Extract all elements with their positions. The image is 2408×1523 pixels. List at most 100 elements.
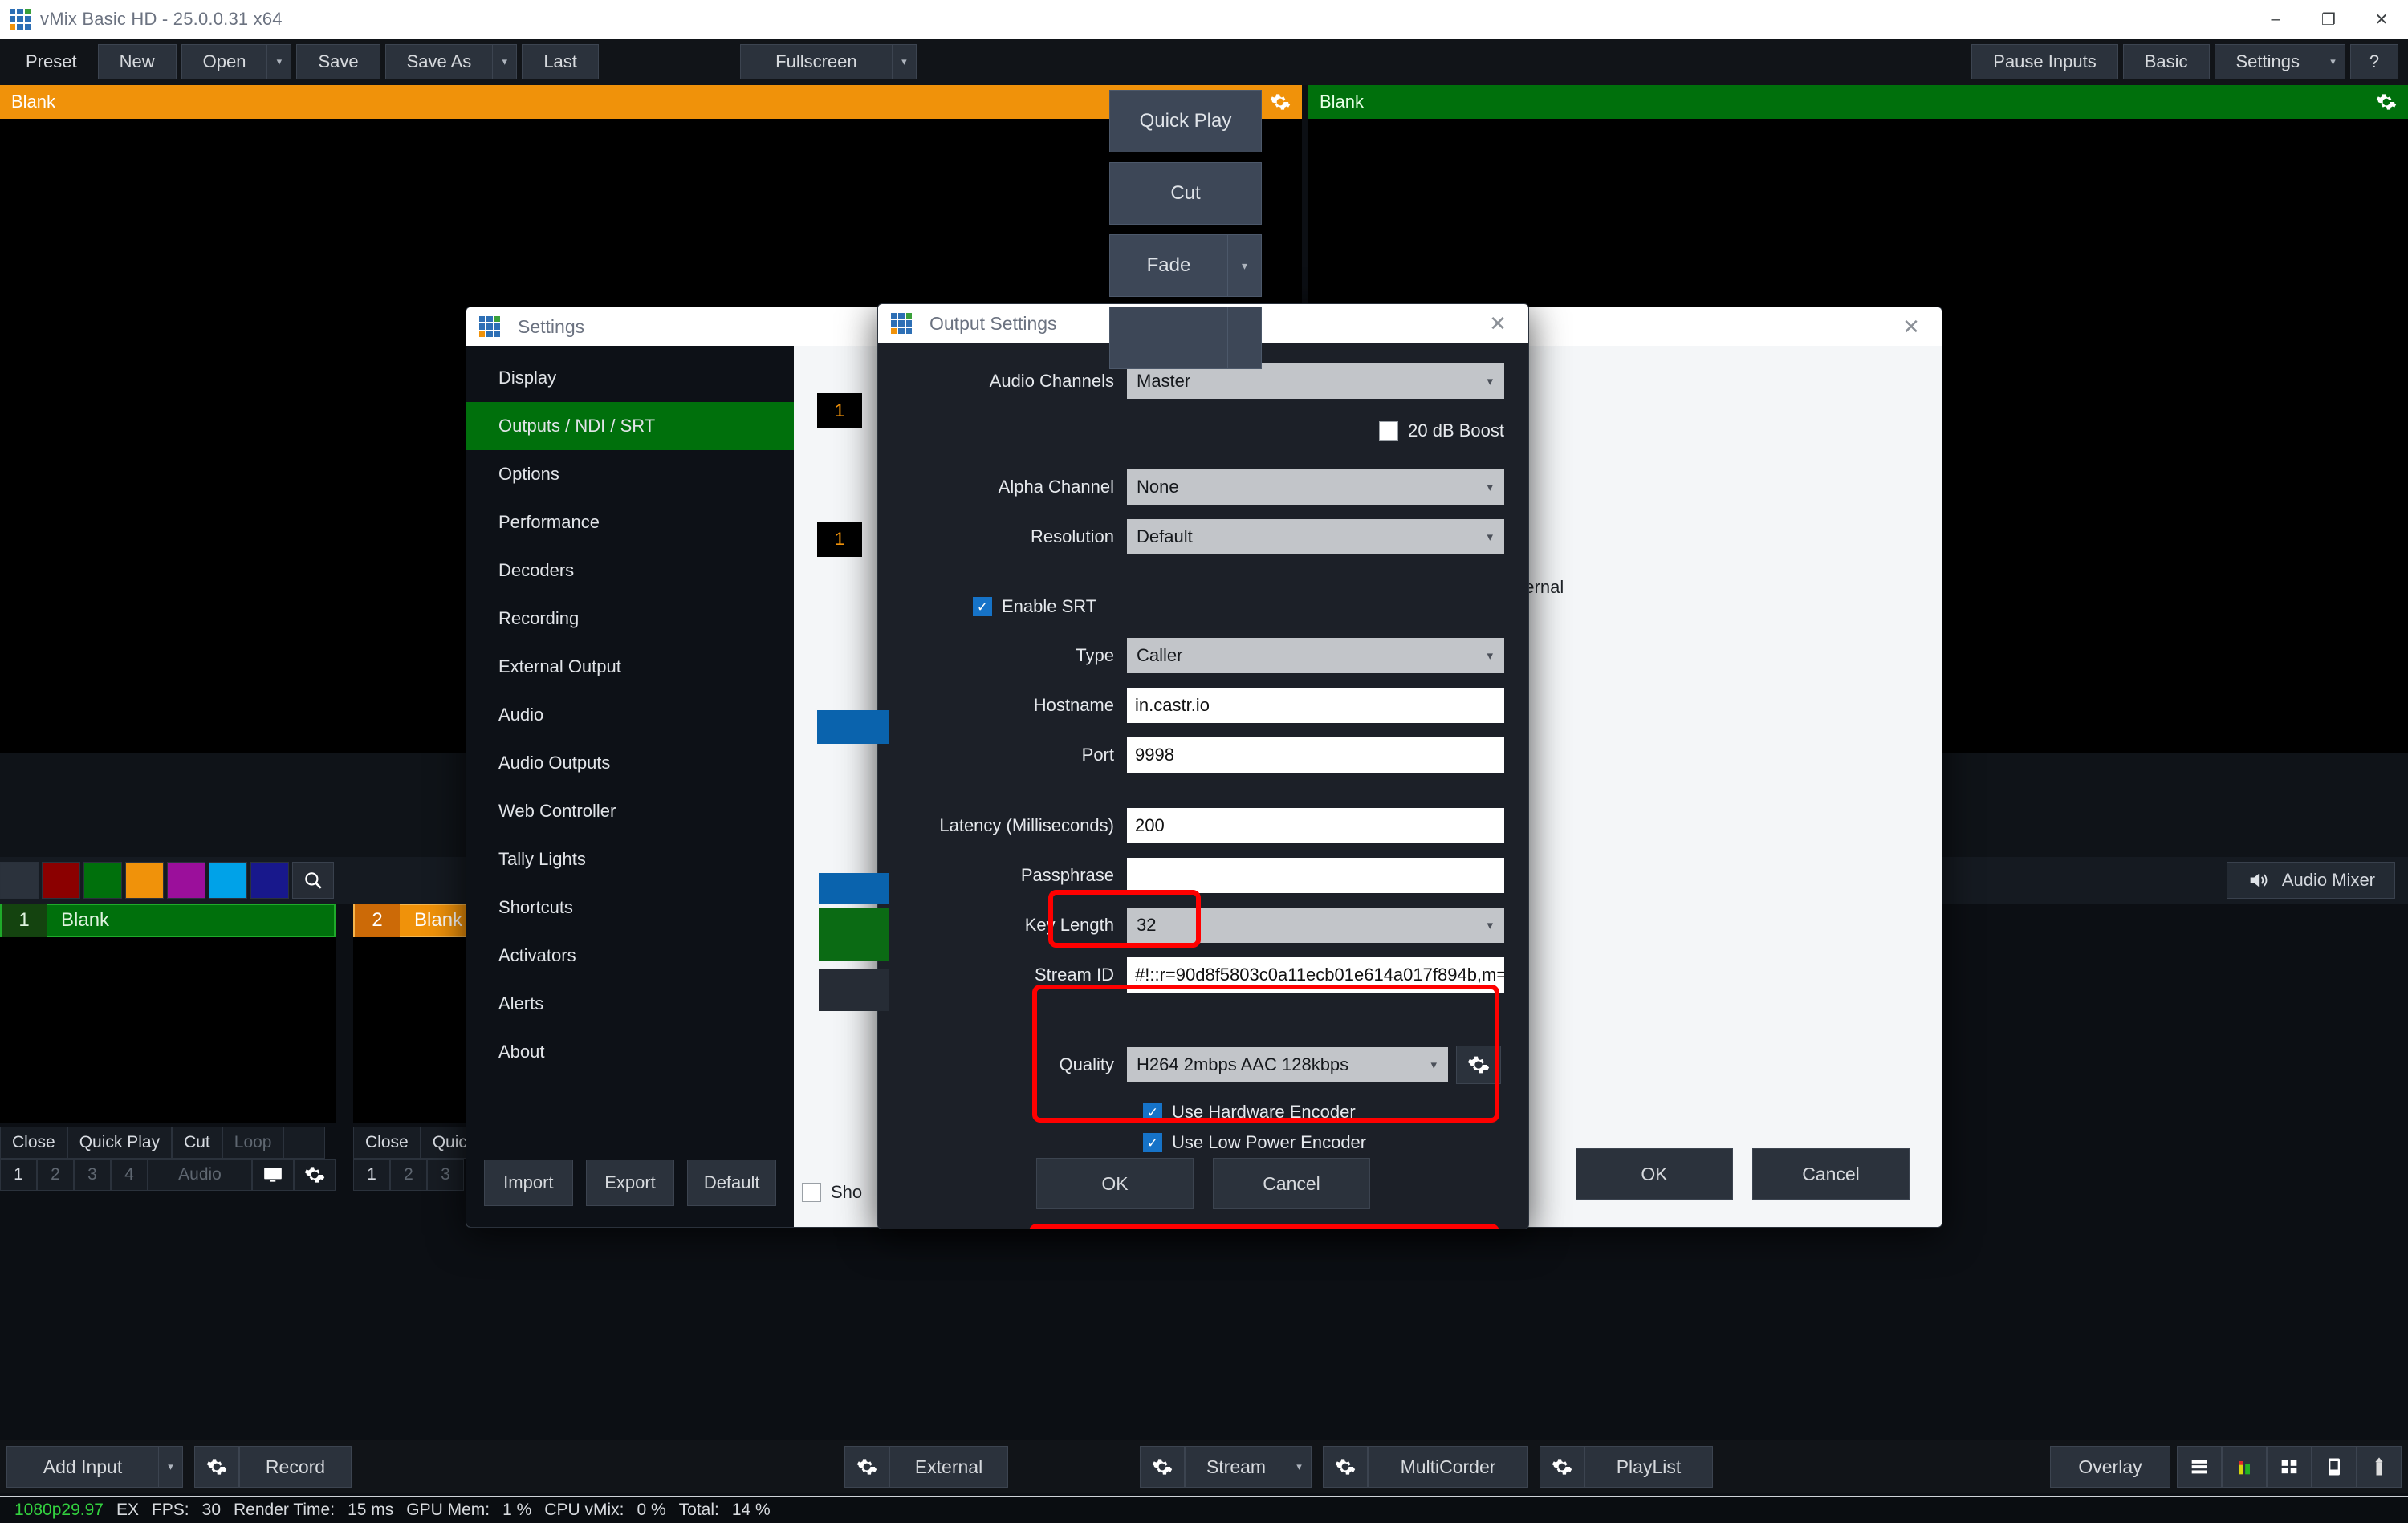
audio-meter-icon[interactable] <box>2222 1446 2267 1488</box>
sidebar-item-decoders[interactable]: Decoders <box>466 546 794 595</box>
transition-fade-caret-icon[interactable]: ▾ <box>1228 234 1262 297</box>
input-2-close-button[interactable]: Close <box>353 1127 421 1159</box>
playlist-gear-icon[interactable] <box>1540 1446 1584 1488</box>
sidebar-item-activators[interactable]: Activators <box>466 932 794 980</box>
sidebar-item-tally-lights[interactable]: Tally Lights <box>466 835 794 883</box>
settings-dialog-close-icon[interactable]: ✕ <box>1889 307 1934 346</box>
audio-strip-blue[interactable] <box>817 710 889 744</box>
sidebar-item-performance[interactable]: Performance <box>466 498 794 546</box>
input-1-close-button[interactable]: Close <box>0 1127 67 1159</box>
settings-cancel-button[interactable]: Cancel <box>1752 1148 1910 1200</box>
enable-srt-checkbox[interactable]: ✓ Enable SRT <box>973 596 1096 617</box>
multicorder-button[interactable]: MultiCorder <box>1368 1446 1528 1488</box>
passphrase-input[interactable] <box>1127 858 1504 893</box>
multicorder-gear-icon[interactable] <box>1323 1446 1368 1488</box>
sidebar-item-recording[interactable]: Recording <box>466 595 794 643</box>
open-caret-icon[interactable]: ▾ <box>267 44 292 79</box>
record-gear-icon[interactable] <box>194 1446 239 1488</box>
input-2-layer-3[interactable]: 3 <box>427 1159 464 1191</box>
key-length-select[interactable]: 32 ▾ <box>1127 908 1504 943</box>
input-1-monitor-icon[interactable] <box>252 1159 294 1191</box>
overlay-slot-1[interactable]: 1 <box>817 393 862 428</box>
sidebar-item-external-output[interactable]: External Output <box>466 643 794 691</box>
boost-checkbox[interactable]: 20 dB Boost <box>1379 413 1504 449</box>
audio-strip-blue-2[interactable] <box>819 873 889 904</box>
input-1-layer-3[interactable]: 3 <box>74 1159 111 1191</box>
fader-icon[interactable] <box>2357 1446 2402 1488</box>
grid-view-icon[interactable] <box>2267 1446 2312 1488</box>
chip-purple[interactable] <box>167 862 205 899</box>
quality-select[interactable]: H264 2mbps AAC 128kbps ▾ <box>1127 1047 1448 1082</box>
stream-caret-icon[interactable]: ▾ <box>1287 1446 1312 1488</box>
audio-strip-dark[interactable] <box>819 969 889 1011</box>
transition-extra-button[interactable] <box>1109 307 1228 369</box>
transition-extra-caret-icon[interactable] <box>1228 307 1262 369</box>
chip-green[interactable] <box>83 862 122 899</box>
transition-fade-button[interactable]: Fade <box>1109 234 1228 297</box>
input-2-layer-2[interactable]: 2 <box>390 1159 427 1191</box>
overlay-slot-2[interactable]: 1 <box>817 522 862 557</box>
close-button[interactable]: ✕ <box>2355 0 2408 39</box>
external-gear-icon[interactable] <box>844 1446 889 1488</box>
input-2-layer-1[interactable]: 1 <box>353 1159 390 1191</box>
add-input-button[interactable]: Add Input <box>6 1446 159 1488</box>
input-1-gear-icon[interactable] <box>294 1159 336 1191</box>
sidebar-item-options[interactable]: Options <box>466 450 794 498</box>
quality-gear-icon[interactable] <box>1456 1046 1501 1084</box>
maximize-button[interactable]: ❐ <box>2302 0 2355 39</box>
output-ok-button[interactable]: OK <box>1036 1158 1194 1209</box>
save-button[interactable]: Save <box>296 44 380 79</box>
input-1-loop-button[interactable]: Loop <box>222 1127 284 1159</box>
input-1-layer-1[interactable]: 1 <box>0 1159 37 1191</box>
chip-navy[interactable] <box>250 862 289 899</box>
chip-orange[interactable] <box>125 862 164 899</box>
minimize-button[interactable]: – <box>2249 0 2302 39</box>
fullscreen-caret-icon[interactable]: ▾ <box>892 44 917 79</box>
stream-button[interactable]: Stream <box>1185 1446 1287 1488</box>
input-1-cut-button[interactable]: Cut <box>172 1127 222 1159</box>
alpha-channel-select[interactable]: None ▾ <box>1127 469 1504 505</box>
input-1-layer-4[interactable]: 4 <box>111 1159 148 1191</box>
settings-button[interactable]: Settings <box>2214 44 2321 79</box>
settings-ok-button[interactable]: OK <box>1576 1148 1733 1200</box>
stream-id-input[interactable]: #!::r=90d8f5803c0a11ecb01e614a017f894b,m… <box>1127 957 1504 993</box>
chip-cyan[interactable] <box>209 862 247 899</box>
save-as-caret-icon[interactable]: ▾ <box>493 44 518 79</box>
lowpower-encoder-checkbox[interactable]: ✓ Use Low Power Encoder <box>1143 1132 1366 1153</box>
help-button[interactable]: ? <box>2350 44 2398 79</box>
sidebar-item-audio[interactable]: Audio <box>466 691 794 739</box>
hostname-input[interactable]: in.castr.io <box>1127 688 1504 723</box>
latency-input[interactable]: 200 <box>1127 808 1504 843</box>
program-gear-icon[interactable] <box>2376 91 2397 112</box>
chip-red[interactable] <box>42 862 80 899</box>
port-input[interactable]: 9998 <box>1127 737 1504 773</box>
input-1-audio-button[interactable]: Audio <box>148 1159 252 1191</box>
sidebar-item-display[interactable]: Display <box>466 354 794 402</box>
basic-button[interactable]: Basic <box>2122 44 2210 79</box>
stream-gear-icon[interactable] <box>1140 1446 1185 1488</box>
sidebar-item-shortcuts[interactable]: Shortcuts <box>466 883 794 932</box>
input-1-quickplay-button[interactable]: Quick Play <box>67 1127 173 1159</box>
search-icon[interactable] <box>292 862 334 899</box>
show-checkbox[interactable]: Sho <box>802 1182 862 1203</box>
preview-gear-icon[interactable] <box>1270 91 1291 112</box>
input-1-layer-2[interactable]: 2 <box>37 1159 74 1191</box>
output-dialog-close-icon[interactable]: ✕ <box>1475 304 1520 343</box>
transition-quick-play-button[interactable]: Quick Play <box>1109 90 1262 152</box>
audio-mixer-button[interactable]: Audio Mixer <box>2226 862 2395 899</box>
snapshot-icon[interactable] <box>2312 1446 2357 1488</box>
open-button[interactable]: Open <box>181 44 268 79</box>
export-button[interactable]: Export <box>585 1160 675 1206</box>
new-button[interactable]: New <box>97 44 177 79</box>
sidebar-item-audio-outputs[interactable]: Audio Outputs <box>466 739 794 787</box>
sidebar-item-outputs-ndi-srt[interactable]: Outputs / NDI / SRT <box>466 402 794 450</box>
audio-strip-green[interactable] <box>819 908 889 961</box>
add-input-caret-icon[interactable]: ▾ <box>159 1446 183 1488</box>
list-view-icon[interactable] <box>2177 1446 2222 1488</box>
output-cancel-button[interactable]: Cancel <box>1213 1158 1370 1209</box>
default-button[interactable]: Default <box>687 1160 777 1206</box>
save-as-button[interactable]: Save As <box>384 44 494 79</box>
pause-inputs-button[interactable]: Pause Inputs <box>1971 44 2118 79</box>
sidebar-item-about[interactable]: About <box>466 1028 794 1076</box>
fullscreen-button[interactable]: Fullscreen <box>739 44 893 79</box>
